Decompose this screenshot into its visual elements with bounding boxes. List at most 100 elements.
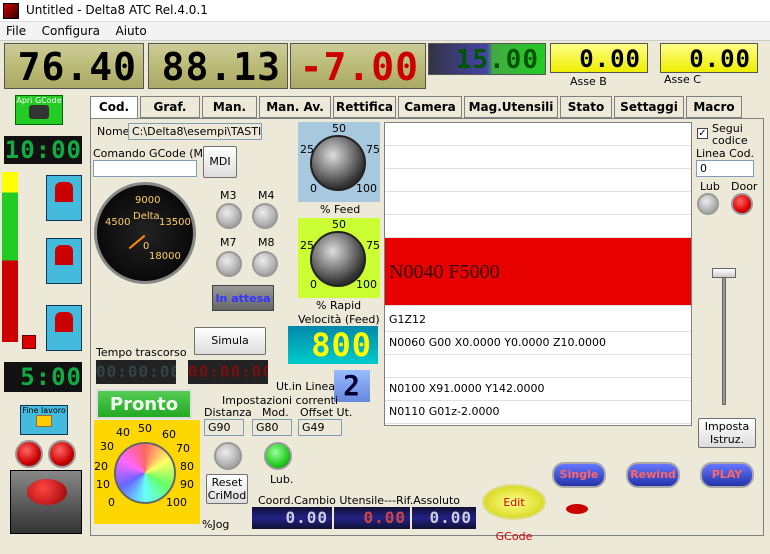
jog-tick-100: 100: [166, 496, 187, 509]
fine-lavoro-label: Fine lavoro: [22, 406, 66, 415]
fine-lavoro-button[interactable]: Fine lavoro: [20, 405, 68, 435]
tab-man[interactable]: Man.: [202, 96, 257, 118]
tab-graf[interactable]: Graf.: [140, 96, 200, 118]
rapid-tick-100: 100: [356, 278, 377, 291]
code-line[interactable]: [385, 123, 691, 146]
m4-led[interactable]: [252, 203, 278, 229]
nome-field[interactable]: C:\Delta8\esempi\TASTIEI: [128, 123, 262, 140]
comando-input[interactable]: [93, 160, 197, 177]
ut-linea-label: Ut.in Linea: [276, 380, 336, 393]
velocita-display: 800: [288, 326, 378, 364]
mdi-button[interactable]: MDI: [203, 146, 237, 178]
single-button[interactable]: Single: [552, 462, 606, 488]
dro-z: -7.00: [290, 43, 426, 89]
emergency-stop-button[interactable]: [10, 470, 82, 534]
ut-linea-display: 2: [334, 370, 370, 402]
segui-label: Segui codice: [712, 122, 748, 147]
coord-label: Coord.Cambio Utensile---Rif.Assoluto: [258, 494, 461, 507]
asse-b-label: Asse B: [570, 75, 607, 88]
vertical-slider-track: [722, 275, 726, 405]
tool-up-button[interactable]: [46, 175, 82, 221]
code-line[interactable]: N0100 X91.0000 Y142.0000: [385, 378, 691, 401]
code-line[interactable]: [385, 169, 691, 192]
title-bar: Untitled - Delta8 ATC Rel.4.0.1: [0, 0, 770, 22]
distanza-label: Distanza: [204, 406, 252, 419]
code-line[interactable]: [385, 146, 691, 169]
spindle-tick-4500: 4500: [105, 217, 131, 228]
rapid-label: % Rapid: [316, 299, 362, 312]
m8-led[interactable]: [252, 251, 278, 277]
menu-configura[interactable]: Configura: [36, 22, 106, 40]
segui-checkbox[interactable]: ✓: [697, 128, 708, 139]
feed-tick-100: 100: [356, 182, 377, 195]
code-listing[interactable]: N0040 F5000 G1Z12 N0060 G00 X0.0000 Y0.0…: [384, 122, 692, 426]
tab-rettifica[interactable]: Rettifica: [333, 96, 396, 118]
play-button[interactable]: PLAY: [700, 462, 754, 488]
jog-tick-40: 40: [116, 426, 130, 439]
jog-tick-0: 0: [108, 496, 115, 509]
tab-macro[interactable]: Macro: [686, 96, 742, 118]
door-label: Door: [731, 180, 758, 193]
distanza-field: G90: [204, 419, 244, 436]
feed-tick-75: 75: [366, 143, 380, 156]
apri-gcode-button[interactable]: Apri GCode: [15, 95, 63, 125]
m3-led[interactable]: [216, 203, 242, 229]
house-icon: [36, 415, 52, 427]
tab-man-av[interactable]: Man. Av.: [259, 96, 331, 118]
apri-gcode-label: Apri GCode: [16, 96, 62, 105]
code-line[interactable]: G1Z12: [385, 309, 691, 332]
dro-c: 0.00: [660, 43, 758, 73]
menu-file[interactable]: File: [0, 22, 32, 40]
vertical-slider-handle[interactable]: [712, 268, 736, 278]
edit-gcode-button[interactable]: Edit GCode: [482, 484, 546, 543]
app-icon: [3, 3, 19, 19]
nome-label: Nome: [97, 125, 130, 138]
tool-mid-button[interactable]: [46, 238, 82, 284]
reset-crimod-button[interactable]: Reset CriMod: [206, 474, 248, 504]
rewind-button[interactable]: Rewind: [626, 462, 680, 488]
jog-tick-70: 70: [176, 442, 190, 455]
code-line[interactable]: N0060 G00 X0.0000 Y0.0000 Z10.0000: [385, 332, 691, 355]
tab-cod[interactable]: Cod.: [90, 96, 138, 120]
comando-label: Comando GCode (MDI): [93, 147, 220, 160]
tab-settaggi[interactable]: Settaggi: [614, 96, 684, 118]
m3-label: M3: [220, 189, 237, 202]
velocita-label: Velocità (Feed): [298, 313, 380, 326]
rapid-tick-0: 0: [310, 278, 317, 291]
menu-aiuto[interactable]: Aiuto: [110, 22, 153, 40]
jog-label: %Jog: [202, 518, 230, 531]
linea-field[interactable]: 0: [696, 160, 754, 177]
feed-knob[interactable]: [310, 135, 366, 191]
simula-button[interactable]: Simula: [194, 327, 266, 355]
rapid-tick-50: 50: [332, 218, 346, 231]
tool-icon: [55, 182, 73, 202]
coord-value-1: 0.00: [252, 507, 332, 529]
tab-camera[interactable]: Camera: [398, 96, 462, 118]
tab-mag-utensili[interactable]: Mag.Utensili: [464, 96, 558, 118]
spindle-gauge: 9000 4500 13500 Delta 0 18000: [94, 182, 196, 284]
jog-tick-80: 80: [180, 460, 194, 473]
code-line[interactable]: N0110 G01z-2.0000: [385, 401, 691, 424]
jog-tick-60: 60: [162, 428, 176, 441]
dro-a: 15.00: [428, 43, 546, 75]
tempo-label: Tempo trascorso: [96, 346, 187, 359]
feed-tick-0: 0: [310, 182, 317, 195]
code-line[interactable]: [385, 355, 691, 378]
imposta-istruz-button[interactable]: Imposta Istruz.: [698, 418, 756, 448]
jog-knob[interactable]: [114, 442, 176, 504]
code-line-current[interactable]: N0040 F5000: [385, 238, 691, 306]
rapid-knob[interactable]: [310, 231, 366, 287]
m7-led[interactable]: [216, 251, 242, 277]
dro-b: 0.00: [550, 43, 648, 73]
jog-tick-20: 20: [94, 460, 108, 473]
code-line[interactable]: [385, 192, 691, 215]
tempo-display: 00:00:00: [96, 360, 176, 384]
code-line[interactable]: [385, 215, 691, 238]
clock-display: 10:00: [4, 136, 82, 164]
tool-down-button[interactable]: [46, 305, 82, 351]
in-attesa-indicator: In attesa: [212, 285, 274, 311]
tab-stato[interactable]: Stato: [560, 96, 612, 118]
dro-x: 76.40: [4, 43, 144, 89]
mod-label: Mod.: [262, 406, 289, 419]
spindle-tick-13500: 13500: [159, 217, 191, 228]
